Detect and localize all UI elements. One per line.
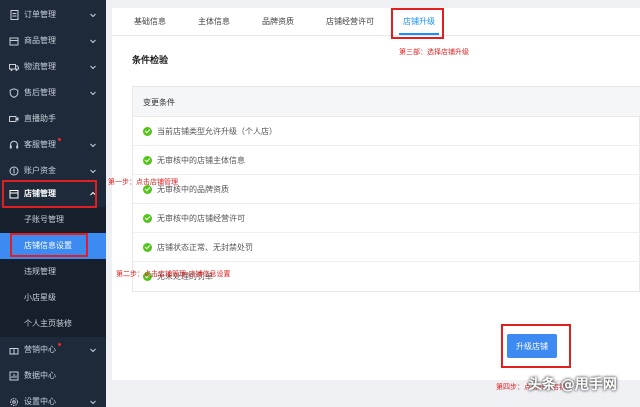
sidebar-item-label: 商品管理	[24, 36, 56, 45]
condition-row: 当前店铺类型允许升级（个人店）	[133, 117, 640, 146]
condition-text: 店铺状态正常、无封禁处罚	[157, 243, 253, 252]
conditions-table: 变更条件 当前店铺类型允许升级（个人店） 无审核中的店铺主体信息 无审核中的品牌…	[132, 86, 640, 292]
chevron-down-icon	[90, 65, 96, 70]
sidebar-item-label: 客服管理	[24, 140, 56, 149]
sidebar-subitem-store-rating[interactable]: 小店星级	[0, 285, 106, 311]
sidebar-item-marketing[interactable]: 营销中心	[0, 337, 106, 363]
sidebar-subitem-homepage-decoration[interactable]: 个人主页装修	[0, 311, 106, 337]
sidebar-item-label: 账户资金	[24, 166, 56, 175]
conditions-header-label: 变更条件	[143, 98, 175, 107]
chevron-down-icon	[90, 169, 96, 174]
annotation-step3: 第三部：选择店铺升级	[399, 48, 469, 56]
conditions-header: 变更条件	[133, 87, 640, 117]
tab-business-license[interactable]: 店铺经营许可	[326, 17, 374, 27]
sidebar-subitem-label: 小店星级	[24, 293, 56, 302]
section-title: 条件检验	[132, 56, 169, 66]
annotation-box-upgrade-button	[501, 324, 571, 368]
annotation-step2: 第二步：点击店铺管理-店铺信息设置	[116, 270, 231, 278]
truck-icon	[9, 62, 19, 72]
condition-row: 店铺状态正常、无封禁处罚	[133, 233, 640, 262]
chevron-down-icon	[90, 348, 96, 353]
shield-icon	[9, 88, 19, 98]
condition-row: 无审核中的店铺主体信息	[133, 146, 640, 175]
sidebar-subitem-violations[interactable]: 违规管理	[0, 259, 106, 285]
sidebar-item-label: 数据中心	[24, 371, 56, 380]
headset-icon	[9, 140, 19, 150]
sidebar-item-live-assistant[interactable]: 直播助手	[0, 106, 106, 132]
check-circle-icon	[143, 243, 152, 252]
condition-text: 当前店铺类型允许升级（个人店）	[157, 127, 277, 136]
sidebar-item-label: 营销中心	[24, 345, 56, 354]
chevron-down-icon	[90, 400, 96, 405]
watermark: 头条 @甩手网	[528, 377, 617, 393]
annotation-box-store-info-settings	[10, 233, 88, 257]
gift-icon	[9, 345, 19, 355]
check-circle-icon	[143, 156, 152, 165]
tab-basic-info[interactable]: 基础信息	[134, 17, 166, 27]
chevron-down-icon	[90, 13, 96, 18]
condition-row: 无审核中的店铺经营许可	[133, 204, 640, 233]
sidebar-subitem-label: 违规管理	[24, 267, 56, 276]
sidebar-item-label: 物流管理	[24, 62, 56, 71]
sidebar-item-label: 订单管理	[24, 10, 56, 19]
sidebar-subitem-sub-accounts[interactable]: 子账号管理	[0, 207, 106, 233]
wallet-icon	[9, 166, 19, 176]
sidebar-item-label: 售后管理	[24, 88, 56, 97]
sidebar-item-after-sales[interactable]: 售后管理	[0, 80, 106, 106]
sidebar-item-label: 直播助手	[24, 114, 56, 123]
chart-icon	[9, 371, 19, 381]
condition-row: 无审核中的品牌资质	[133, 175, 640, 204]
notification-dot	[58, 138, 61, 141]
tab-brand-qualification[interactable]: 品牌资质	[262, 17, 294, 27]
condition-text: 无审核中的店铺主体信息	[157, 156, 245, 165]
sidebar-item-label: 设置中心	[24, 397, 56, 406]
annotation-step1: 第一步：点击店铺管理	[108, 178, 178, 186]
sidebar-item-logistics[interactable]: 物流管理	[0, 54, 106, 80]
annotation-box-store-management	[2, 180, 97, 208]
condition-text: 无审核中的店铺经营许可	[157, 214, 245, 223]
check-circle-icon	[143, 214, 152, 223]
tab-bar: 基础信息 主体信息 品牌资质 店铺经营许可 店铺升级	[112, 8, 640, 36]
check-circle-icon	[143, 127, 152, 136]
annotation-box-store-upgrade-tab	[391, 8, 444, 39]
document-icon	[9, 10, 19, 20]
notification-dot	[58, 343, 61, 346]
sidebar-item-settings[interactable]: 设置中心	[0, 389, 106, 407]
sidebar-subitem-label: 个人主页装修	[24, 319, 72, 328]
video-icon	[9, 114, 19, 124]
sidebar-subitem-label: 子账号管理	[24, 215, 64, 224]
sidebar-item-products[interactable]: 商品管理	[0, 28, 106, 54]
sidebar-item-data-center[interactable]: 数据中心	[0, 363, 106, 389]
chevron-down-icon	[90, 91, 96, 96]
sidebar-item-orders[interactable]: 订单管理	[0, 2, 106, 28]
box-icon	[9, 36, 19, 46]
tab-entity-info[interactable]: 主体信息	[198, 17, 230, 27]
sidebar-item-customer-service[interactable]: 客服管理	[0, 132, 106, 158]
gear-icon	[9, 397, 19, 407]
chevron-down-icon	[90, 39, 96, 44]
chevron-down-icon	[90, 143, 96, 148]
